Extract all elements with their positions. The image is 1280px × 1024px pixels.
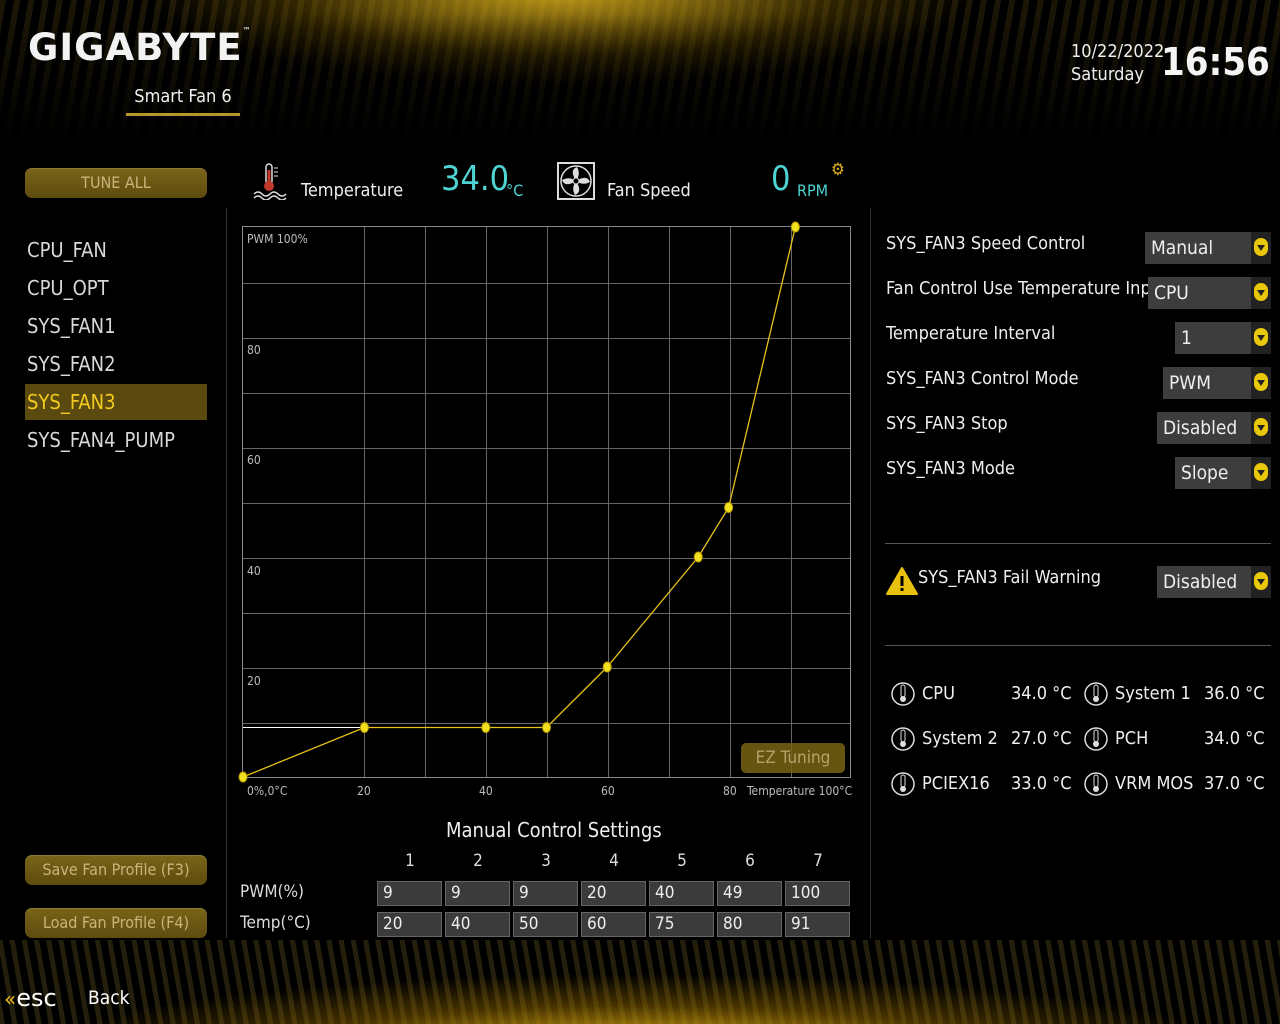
pwm-field-1[interactable]: 9 — [377, 881, 442, 906]
control-mode-dropdown[interactable]: PWM — [1163, 367, 1271, 399]
system1-temp-label: System 1 — [1115, 683, 1191, 704]
column-number: 2 — [473, 851, 483, 871]
temp-field-4[interactable]: 60 — [581, 912, 646, 937]
temperature-input-dropdown[interactable]: CPU — [1148, 277, 1271, 309]
curve-point-3[interactable] — [542, 722, 551, 733]
temperature-interval-dropdown[interactable]: 1 — [1175, 322, 1271, 354]
manual-control-title: Manual Control Settings — [446, 818, 662, 842]
fail-warning-label: SYS_FAN3 Fail Warning — [918, 567, 1102, 588]
temp-field-1[interactable]: 20 — [377, 912, 442, 937]
chevron-down-icon — [1251, 367, 1271, 399]
fan-mode-dropdown[interactable]: Slope — [1175, 457, 1271, 489]
pwm-field-7[interactable]: 100 — [785, 881, 850, 906]
fan-curve-line — [242, 226, 797, 778]
chevron-down-icon — [1251, 412, 1271, 444]
esc-button[interactable]: «esc — [4, 984, 57, 1012]
temperature-interval-label: Temperature Interval — [886, 323, 1056, 344]
system2-temp-label: System 2 — [922, 728, 998, 749]
column-number: 7 — [813, 851, 823, 871]
system2-temp-value: 27.0 °C — [1011, 728, 1072, 749]
curve-point-1[interactable] — [359, 722, 369, 733]
dropdown-value: 1 — [1181, 327, 1192, 349]
curve-point-4[interactable] — [602, 661, 612, 673]
system1-temp-value: 36.0 °C — [1204, 683, 1265, 704]
column-number: 3 — [541, 851, 551, 871]
chevron-down-icon — [1251, 277, 1271, 309]
temperature-sensor-icon — [891, 772, 915, 796]
pwm-field-2[interactable]: 9 — [445, 881, 510, 906]
chevron-down-icon — [1251, 566, 1271, 598]
temperature-sensor-icon — [891, 682, 915, 706]
temperature-sensor-icon — [1084, 727, 1108, 751]
curve-point-7[interactable] — [790, 221, 800, 233]
chevron-down-icon — [1251, 322, 1271, 354]
column-number: 4 — [609, 851, 619, 871]
column-number: 6 — [745, 851, 755, 871]
temperature-sensor-icon — [1084, 682, 1108, 706]
curve-point-2[interactable] — [481, 722, 491, 733]
column-number: 1 — [405, 851, 415, 871]
pwm-row-label: PWM(%) — [240, 882, 305, 902]
chevron-down-icon — [1251, 232, 1271, 264]
esc-label: esc — [16, 984, 57, 1012]
temp-field-2[interactable]: 40 — [445, 912, 510, 937]
back-label[interactable]: Back — [88, 987, 130, 1009]
cpu-temp-value: 34.0 °C — [1011, 683, 1072, 704]
vrm-mos-temp-value: 37.0 °C — [1204, 773, 1265, 794]
vrm-mos-temp-label: VRM MOS — [1115, 773, 1194, 794]
cpu-temp-label: CPU — [922, 683, 955, 704]
settings-divider — [885, 543, 1271, 544]
dropdown-value: Disabled — [1163, 571, 1238, 593]
fan-mode-label: SYS_FAN3 Mode — [886, 458, 1015, 479]
temperature-sensor-icon — [891, 727, 915, 751]
ez-tuning-button[interactable]: EZ Tuning — [741, 743, 845, 773]
column-number: 5 — [677, 851, 687, 871]
curve-point-0[interactable] — [238, 771, 248, 783]
pwm-field-4[interactable]: 20 — [581, 881, 646, 906]
speed-control-dropdown[interactable]: Manual — [1145, 232, 1271, 264]
warning-icon — [886, 567, 918, 595]
pwm-field-5[interactable]: 40 — [649, 881, 714, 906]
dropdown-value: Manual — [1151, 237, 1214, 259]
pwm-field-6[interactable]: 49 — [717, 881, 782, 906]
temp-field-3[interactable]: 50 — [513, 912, 578, 937]
pwm-field-3[interactable]: 9 — [513, 881, 578, 906]
temp-field-5[interactable]: 75 — [649, 912, 714, 937]
temperature-sensor-icon — [1084, 772, 1108, 796]
temp-field-6[interactable]: 80 — [717, 912, 782, 937]
fan-stop-label: SYS_FAN3 Stop — [886, 413, 1008, 434]
curve-point-5[interactable] — [693, 551, 703, 563]
dropdown-value: CPU — [1154, 282, 1189, 304]
settings-divider — [885, 645, 1271, 646]
temp-field-7[interactable]: 91 — [785, 912, 850, 937]
fan-stop-dropdown[interactable]: Disabled — [1157, 412, 1271, 444]
temperature-input-label: Fan Control Use Temperature Input — [886, 278, 1148, 299]
chevron-down-icon — [1251, 457, 1271, 489]
temp-row-label: Temp(°C) — [240, 913, 311, 933]
dropdown-value: Disabled — [1163, 417, 1238, 439]
control-mode-label: SYS_FAN3 Control Mode — [886, 368, 1079, 389]
pciex16-temp-value: 33.0 °C — [1011, 773, 1072, 794]
dropdown-value: PWM — [1169, 372, 1211, 394]
pch-temp-value: 34.0 °C — [1204, 728, 1265, 749]
dropdown-value: Slope — [1181, 462, 1229, 484]
speed-control-label: SYS_FAN3 Speed Control — [886, 233, 1086, 254]
curve-point-6[interactable] — [724, 502, 734, 513]
pciex16-temp-label: PCIEX16 — [922, 773, 990, 794]
fail-warning-dropdown[interactable]: Disabled — [1157, 566, 1271, 598]
pch-temp-label: PCH — [1115, 728, 1149, 749]
double-chevron-left-icon: « — [4, 987, 17, 1011]
